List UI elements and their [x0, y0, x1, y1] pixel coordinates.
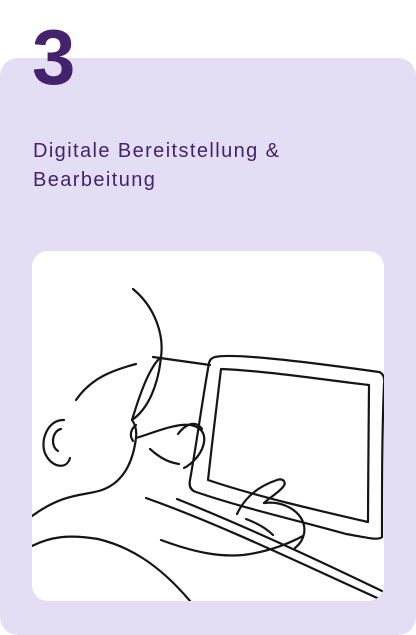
child-back [130, 287, 163, 422]
illustration-panel [32, 251, 384, 601]
child-ear [42, 418, 72, 467]
tablet-screen [206, 367, 371, 524]
right-fingers [262, 501, 306, 550]
left-wrist [148, 447, 181, 466]
child-hair [74, 362, 138, 402]
child-shoulder [32, 535, 192, 601]
step-card-container: 3 Digitale Bereitstellung & Bearbeitung [0, 0, 416, 635]
right-arm [159, 534, 305, 557]
step-number: 3 [32, 13, 76, 101]
step-title: Digitale Bereitstellung & Bearbeitung [33, 140, 281, 191]
child-ear-inner [51, 427, 63, 453]
child-using-tablet-icon [32, 287, 384, 601]
right-finger-detail [244, 517, 275, 537]
